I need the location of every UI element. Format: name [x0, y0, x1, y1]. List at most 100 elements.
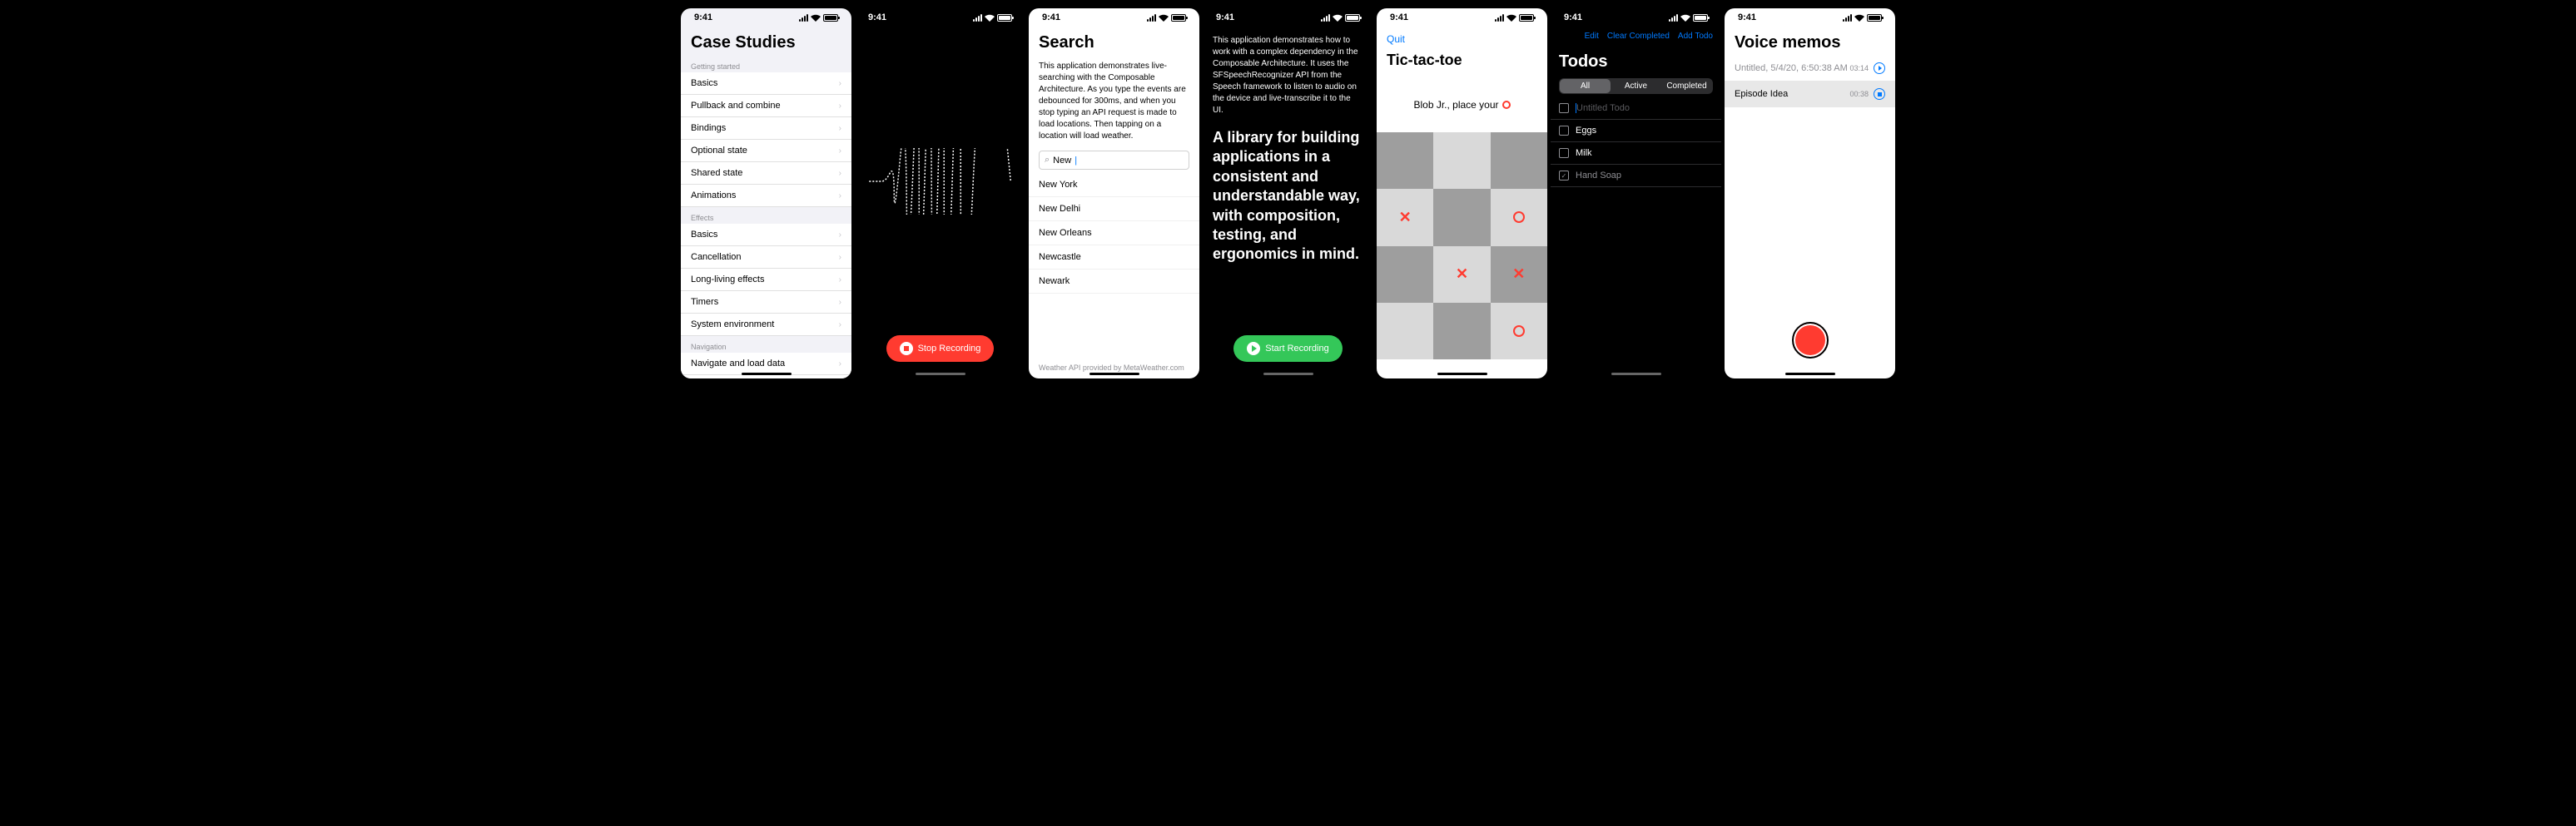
cell-2-2[interactable]: ✕ — [1491, 246, 1547, 303]
chevron-right-icon: › — [839, 275, 841, 284]
todo-row[interactable]: Milk — [1551, 142, 1721, 165]
wifi-icon — [1159, 14, 1169, 22]
home-indicator[interactable] — [1437, 373, 1487, 375]
search-result-row[interactable]: Newark — [1029, 270, 1199, 294]
clear-completed-button[interactable]: Clear Completed — [1607, 32, 1670, 41]
todo-text[interactable]: Eggs — [1576, 126, 1596, 136]
list-row[interactable]: Basics› — [681, 72, 851, 95]
list-row[interactable]: System environment› — [681, 314, 851, 336]
turn-indicator: Blob Jr., place your — [1377, 77, 1547, 132]
memo-row[interactable]: Untitled, 5/4/20, 6:50:38 AM 03:14 — [1725, 56, 1895, 82]
segment-active[interactable]: Active — [1611, 79, 1661, 93]
wifi-icon — [1854, 14, 1864, 22]
add-todo-button[interactable]: Add Todo — [1678, 32, 1713, 41]
memo-title: Episode Idea — [1735, 89, 1788, 99]
list-row[interactable]: Optional state› — [681, 140, 851, 162]
row-label: Long-living effects — [691, 275, 764, 284]
search-result-row[interactable]: New Orleans — [1029, 221, 1199, 245]
status-bar: 9:41 — [1029, 8, 1199, 27]
cell-3-1[interactable] — [1433, 303, 1490, 359]
home-indicator[interactable] — [1611, 373, 1661, 375]
todo-row[interactable]: Eggs — [1551, 120, 1721, 142]
search-result-row[interactable]: Newcastle — [1029, 245, 1199, 270]
wifi-icon — [1506, 14, 1516, 22]
battery-icon — [1345, 14, 1360, 22]
status-bar: 9:41 — [1551, 8, 1721, 27]
cellular-icon — [1495, 14, 1504, 22]
section-header: Navigation — [681, 336, 851, 353]
record-button[interactable] — [1792, 322, 1829, 359]
todos-screen: 9:41 Edit Clear Completed Add Todo Todos… — [1551, 8, 1721, 378]
filter-segments[interactable]: All Active Completed — [1559, 78, 1713, 94]
cell-1-1[interactable] — [1433, 189, 1490, 245]
content: Search This application demonstrates liv… — [1029, 27, 1199, 378]
list-row[interactable]: Bindings› — [681, 117, 851, 140]
voice-memos-screen: 9:41 Voice memos Untitled, 5/4/20, 6:50:… — [1725, 8, 1895, 378]
cell-3-0[interactable] — [1377, 303, 1433, 359]
todo-row[interactable]: ✓ Hand Soap — [1551, 165, 1721, 187]
status-indicators — [1147, 14, 1186, 22]
list-row[interactable]: Animations› — [681, 185, 851, 207]
list-row[interactable]: Pullback and combine› — [681, 95, 851, 117]
home-indicator[interactable] — [742, 373, 792, 375]
cellular-icon — [1843, 14, 1852, 22]
todo-text[interactable]: Milk — [1576, 148, 1592, 158]
list-row[interactable]: Timers› — [681, 291, 851, 314]
todo-text[interactable]: Hand Soap — [1576, 171, 1621, 181]
todo-row[interactable]: Untitled Todo — [1551, 97, 1721, 120]
search-result-row[interactable]: New York — [1029, 173, 1199, 197]
home-indicator[interactable] — [1785, 373, 1835, 375]
wifi-icon — [811, 14, 821, 22]
checkbox-icon[interactable] — [1559, 103, 1569, 113]
list-row[interactable]: Navigate and load data› — [681, 353, 851, 375]
search-result-row[interactable]: New Delhi — [1029, 197, 1199, 221]
cellular-icon — [1147, 14, 1156, 22]
checkbox-icon[interactable] — [1559, 126, 1569, 136]
list-row[interactable]: Cancellation › — [681, 246, 851, 269]
battery-icon — [1519, 14, 1534, 22]
case-studies-screen: 9:41 Case Studies Getting startedBasics›… — [681, 8, 851, 378]
checkbox-checked-icon[interactable]: ✓ — [1559, 171, 1569, 181]
list-row[interactable]: Load data then navigate› — [681, 375, 851, 378]
cell-0-0[interactable] — [1377, 132, 1433, 189]
chevron-right-icon: › — [839, 101, 841, 111]
wifi-icon — [1680, 14, 1690, 22]
list-row[interactable]: Shared state› — [681, 162, 851, 185]
cell-1-2[interactable] — [1491, 189, 1547, 245]
cell-2-1[interactable]: ✕ — [1433, 246, 1490, 303]
page-title: Search — [1029, 27, 1199, 56]
quit-button[interactable]: Quit — [1387, 33, 1405, 45]
row-label: Navigate and load data — [691, 359, 785, 368]
cell-1-0[interactable]: ✕ — [1377, 189, 1433, 245]
memo-row[interactable]: Episode Idea 00:38 — [1725, 82, 1895, 107]
cell-3-2[interactable] — [1491, 303, 1547, 359]
hero-text: A library for building applications in a… — [1203, 121, 1373, 271]
cell-0-2[interactable] — [1491, 132, 1547, 189]
start-recording-button[interactable]: Start Recording — [1233, 335, 1342, 362]
segment-completed[interactable]: Completed — [1661, 79, 1712, 93]
status-bar: 9:41 — [1377, 8, 1547, 27]
o-mark-icon — [1502, 101, 1511, 109]
stop-icon[interactable] — [1874, 88, 1885, 100]
play-icon[interactable] — [1874, 62, 1885, 74]
stop-recording-button[interactable]: Stop Recording — [886, 335, 995, 362]
description-text: This application demonstrates how to wor… — [1203, 27, 1373, 121]
home-indicator[interactable] — [1089, 373, 1139, 375]
home-indicator[interactable] — [1263, 373, 1313, 375]
list-row[interactable]: Basics› — [681, 224, 851, 246]
home-indicator[interactable] — [916, 373, 965, 375]
cell-0-1[interactable] — [1433, 132, 1490, 189]
chevron-right-icon: › — [839, 253, 841, 262]
search-input[interactable]: ⌕ New| — [1039, 151, 1189, 170]
list-row[interactable]: Long-living effects › — [681, 269, 851, 291]
row-label: Cancellation — [691, 252, 742, 262]
page-title: Case Studies — [681, 27, 851, 56]
segment-all[interactable]: All — [1560, 79, 1611, 93]
page-title: Tic-tac-toe — [1377, 52, 1547, 77]
chevron-right-icon: › — [839, 79, 841, 88]
checkbox-icon[interactable] — [1559, 148, 1569, 158]
cell-2-0[interactable] — [1377, 246, 1433, 303]
edit-button[interactable]: Edit — [1585, 32, 1599, 41]
section-header: Getting started — [681, 56, 851, 72]
todo-text[interactable]: Untitled Todo — [1576, 103, 1630, 113]
